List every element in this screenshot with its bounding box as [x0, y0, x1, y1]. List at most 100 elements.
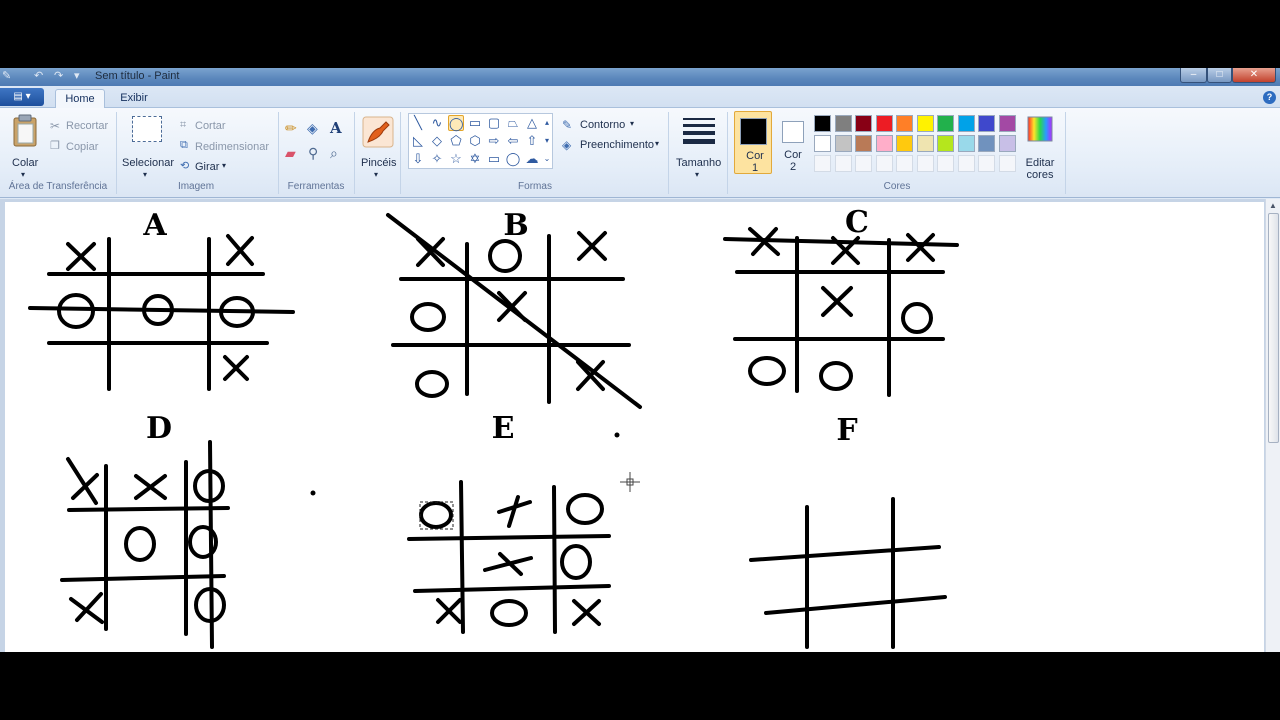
eraser-icon[interactable]: ▰ [285, 145, 296, 162]
pentagon-shape-icon[interactable]: ⬠ [448, 133, 464, 149]
edit-colors-icon[interactable] [1027, 116, 1053, 142]
callout-rectangle-shape-icon[interactable]: ▭ [486, 151, 502, 167]
color-picker-icon[interactable]: ⚲ [308, 145, 318, 162]
text-tool-icon[interactable]: A [330, 119, 342, 137]
brushes-dropdown-icon[interactable]: ▾ [374, 170, 378, 179]
custom-color-slot[interactable] [937, 155, 954, 172]
outline-button[interactable]: Contorno [580, 119, 625, 131]
custom-color-slot[interactable] [896, 155, 913, 172]
six-point-star-shape-icon[interactable]: ✡ [467, 151, 483, 167]
redo-icon[interactable]: ↷ [54, 69, 63, 82]
paste-icon[interactable] [12, 114, 38, 148]
color1-selector[interactable]: Cor 1 [734, 111, 772, 174]
edit-colors-button[interactable]: Editar cores [1020, 157, 1060, 181]
color-swatch[interactable] [937, 135, 954, 152]
color-swatch[interactable] [957, 135, 975, 152]
fill-dropdown-icon[interactable]: ▾ [655, 139, 659, 148]
callout-oval-shape-icon[interactable]: ◯ [505, 151, 521, 167]
cut-button[interactable]: Recortar [66, 120, 108, 132]
color-swatch[interactable] [855, 135, 872, 152]
polygon-shape-icon[interactable]: ⏢ [505, 115, 521, 131]
paint-app-icon[interactable]: ✎ [2, 69, 11, 82]
paint-menu-button[interactable]: ▤ ▾ [0, 88, 44, 106]
close-button[interactable]: ✕ [1232, 68, 1276, 83]
help-icon[interactable]: ? [1263, 91, 1276, 104]
copy-button[interactable]: Copiar [66, 141, 98, 153]
rotate-button[interactable]: Girar [195, 161, 219, 173]
curve-shape-icon[interactable]: ∿ [429, 115, 445, 131]
color-swatch[interactable] [855, 115, 872, 132]
tab-exibir[interactable]: Exibir [112, 89, 156, 109]
color-swatch[interactable] [916, 115, 934, 132]
drawing-canvas[interactable]: A B C D E F [5, 202, 1264, 652]
color-swatch[interactable] [896, 115, 913, 132]
color-swatch[interactable] [896, 135, 913, 152]
scrollbar-thumb[interactable] [1268, 213, 1279, 443]
rectangle-shape-icon[interactable]: ▭ [467, 115, 483, 131]
paste-dropdown-icon[interactable]: ▾ [21, 170, 25, 179]
magnifier-icon[interactable]: ⌕ [330, 145, 338, 162]
color-swatch[interactable] [814, 115, 831, 132]
custom-color-slot[interactable] [814, 155, 831, 172]
fill-button[interactable]: Preenchimento [580, 139, 654, 151]
pencil-icon[interactable]: ✏ [285, 120, 297, 137]
four-point-star-shape-icon[interactable]: ✧ [429, 151, 445, 167]
crop-button[interactable]: Cortar [195, 120, 226, 132]
custom-color-slot[interactable] [855, 155, 872, 172]
color-swatch[interactable] [834, 135, 852, 152]
right-arrow-shape-icon[interactable]: ⇨ [486, 133, 502, 149]
brushes-button[interactable]: Pincéis [361, 157, 396, 169]
color-swatch[interactable] [978, 115, 995, 132]
up-arrow-shape-icon[interactable]: ⇧ [524, 133, 540, 149]
oval-shape-icon[interactable]: ◯ [448, 115, 464, 131]
select-button[interactable]: Selecionar [122, 157, 174, 169]
diamond-shape-icon[interactable]: ◇ [429, 133, 445, 149]
minimize-button[interactable]: – [1180, 68, 1207, 83]
custom-color-slot[interactable] [998, 155, 1016, 172]
select-dropdown-icon[interactable]: ▾ [143, 170, 147, 179]
color-swatch[interactable] [875, 135, 893, 152]
shapes-more-icon[interactable]: ⌄ [542, 151, 552, 167]
scroll-up-icon[interactable]: ▲ [1269, 201, 1277, 210]
undo-icon[interactable]: ↶ [34, 69, 43, 82]
tab-home[interactable]: Home [55, 89, 105, 109]
color-swatch[interactable] [998, 115, 1016, 132]
callout-cloud-shape-icon[interactable]: ☁ [524, 151, 540, 167]
line-shape-icon[interactable]: ╲ [410, 115, 426, 131]
color-swatch[interactable] [937, 115, 954, 132]
color-swatch[interactable] [957, 115, 975, 132]
color-swatch[interactable] [814, 135, 831, 152]
color-swatch[interactable] [875, 115, 893, 132]
fill-bucket-icon[interactable]: ◈ [307, 120, 318, 137]
shapes-scroll-down-icon[interactable]: ▾ [542, 133, 552, 149]
paste-button[interactable]: Colar [12, 157, 38, 169]
triangle-shape-icon[interactable]: △ [524, 115, 540, 131]
color-swatch[interactable] [916, 135, 934, 152]
select-icon[interactable] [132, 116, 162, 142]
shapes-scroll-up-icon[interactable]: ▴ [542, 115, 552, 131]
color-swatch[interactable] [998, 135, 1016, 152]
size-icon[interactable] [683, 118, 715, 144]
hexagon-shape-icon[interactable]: ⬡ [467, 133, 483, 149]
color-swatch[interactable] [978, 135, 995, 152]
custom-color-slot[interactable] [834, 155, 852, 172]
color-swatch[interactable] [834, 115, 852, 132]
custom-color-slot[interactable] [916, 155, 934, 172]
custom-color-slot[interactable] [957, 155, 975, 172]
quick-access-dropdown-icon[interactable]: ▾ [74, 69, 80, 82]
rounded-rectangle-shape-icon[interactable]: ▢ [486, 115, 502, 131]
size-button[interactable]: Tamanho [676, 157, 721, 169]
custom-color-slot[interactable] [978, 155, 995, 172]
down-arrow-shape-icon[interactable]: ⇩ [410, 151, 426, 167]
left-arrow-shape-icon[interactable]: ⇦ [505, 133, 521, 149]
vertical-scrollbar[interactable]: ▲ [1265, 199, 1280, 652]
outline-dropdown-icon[interactable]: ▾ [630, 119, 634, 128]
brush-icon[interactable] [362, 116, 394, 148]
color2-selector[interactable]: Cor 2 [776, 111, 810, 174]
custom-color-slot[interactable] [875, 155, 893, 172]
size-dropdown-icon[interactable]: ▾ [695, 170, 699, 179]
five-point-star-shape-icon[interactable]: ☆ [448, 151, 464, 167]
resize-button[interactable]: Redimensionar [195, 141, 269, 153]
maximize-button[interactable]: □ [1207, 68, 1232, 83]
right-triangle-shape-icon[interactable]: ◺ [410, 133, 426, 149]
